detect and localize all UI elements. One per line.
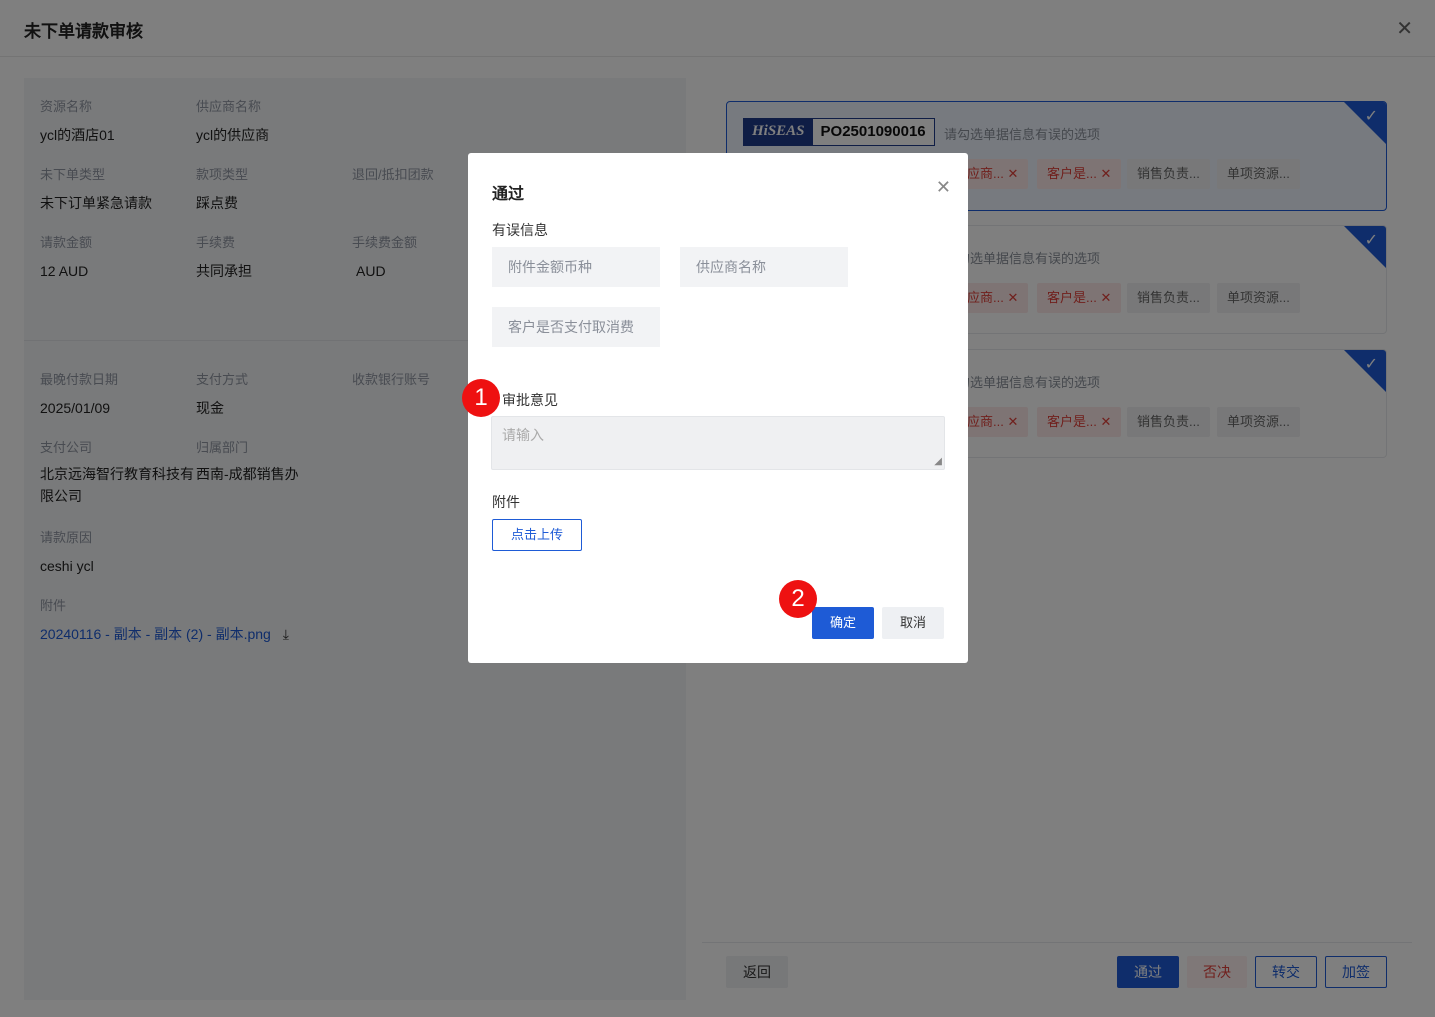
option-attachment-currency[interactable]: 附件金额币种 <box>492 247 660 287</box>
close-icon[interactable]: ✕ <box>936 177 951 198</box>
step-badge-2: 2 <box>779 580 817 618</box>
attachment-label: 附件 <box>492 494 520 510</box>
confirm-button[interactable]: 确定 <box>812 607 874 639</box>
approve-modal: 通过 ✕ 有误信息 附件金额币种 供应商名称 客户是否支付取消费 审批意见 请输… <box>468 153 968 663</box>
opinion-label: 审批意见 <box>502 392 558 408</box>
option-customer-cancel-fee[interactable]: 客户是否支付取消费 <box>492 307 660 347</box>
step-badge-1: 1 <box>462 379 500 417</box>
opinion-textarea[interactable]: 请输入 ◢ <box>491 416 945 470</box>
error-info-label: 有误信息 <box>492 222 548 238</box>
resize-handle-icon[interactable]: ◢ <box>934 456 942 467</box>
modal-title: 通过 <box>492 186 525 203</box>
cancel-button[interactable]: 取消 <box>882 607 944 639</box>
upload-button[interactable]: 点击上传 <box>492 519 582 551</box>
option-supplier-name[interactable]: 供应商名称 <box>680 247 848 287</box>
